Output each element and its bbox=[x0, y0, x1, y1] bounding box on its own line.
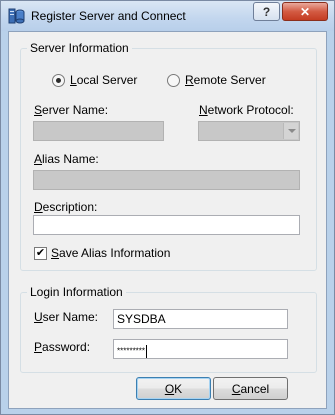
user-name-label: User Name: bbox=[34, 310, 99, 324]
cancel-button[interactable]: Cancel bbox=[213, 377, 288, 400]
network-protocol-label: Network Protocol: bbox=[199, 103, 294, 117]
local-server-label[interactable]: Local Server bbox=[70, 73, 137, 87]
server-name-label: Server Name: bbox=[34, 103, 109, 117]
alias-name-label: Alias Name: bbox=[34, 152, 99, 166]
network-protocol-select[interactable] bbox=[198, 121, 300, 141]
local-server-radio[interactable] bbox=[52, 74, 65, 87]
save-alias-label[interactable]: Save Alias Information bbox=[51, 246, 170, 260]
help-button[interactable]: ? bbox=[253, 2, 280, 21]
description-input[interactable] bbox=[33, 215, 300, 235]
dialog-window: Register Server and Connect ? ✕ Server I… bbox=[0, 0, 335, 415]
close-button[interactable]: ✕ bbox=[282, 2, 328, 21]
help-icon: ? bbox=[262, 4, 271, 19]
user-name-input[interactable]: SYSDBA bbox=[113, 309, 288, 329]
description-label: Description: bbox=[34, 200, 98, 214]
title-bar[interactable]: Register Server and Connect ? ✕ bbox=[1, 1, 334, 31]
server-information-legend: Server Information bbox=[27, 41, 132, 55]
password-input[interactable]: ********* bbox=[113, 339, 288, 359]
window-title: Register Server and Connect bbox=[31, 9, 186, 23]
password-label: Password: bbox=[34, 340, 91, 354]
chevron-down-icon[interactable] bbox=[283, 123, 298, 139]
ok-button[interactable]: OK bbox=[136, 377, 211, 400]
remote-server-label[interactable]: Remote Server bbox=[185, 73, 266, 87]
dialog-client-area: Server Information Local Server Remote S… bbox=[8, 31, 327, 409]
remote-server-radio[interactable] bbox=[167, 74, 180, 87]
alias-name-input[interactable] bbox=[33, 170, 300, 190]
server-name-input[interactable] bbox=[33, 121, 164, 141]
login-information-legend: Login Information bbox=[27, 285, 126, 299]
save-alias-checkbox[interactable]: ✔ bbox=[34, 247, 47, 260]
server-db-icon bbox=[8, 8, 25, 24]
text-caret bbox=[146, 345, 148, 358]
server-information-group: Server Information Local Server Remote S… bbox=[20, 41, 317, 271]
close-icon: ✕ bbox=[299, 4, 311, 19]
login-information-group: Login Information User Name: SYSDBA Pass… bbox=[20, 285, 317, 373]
